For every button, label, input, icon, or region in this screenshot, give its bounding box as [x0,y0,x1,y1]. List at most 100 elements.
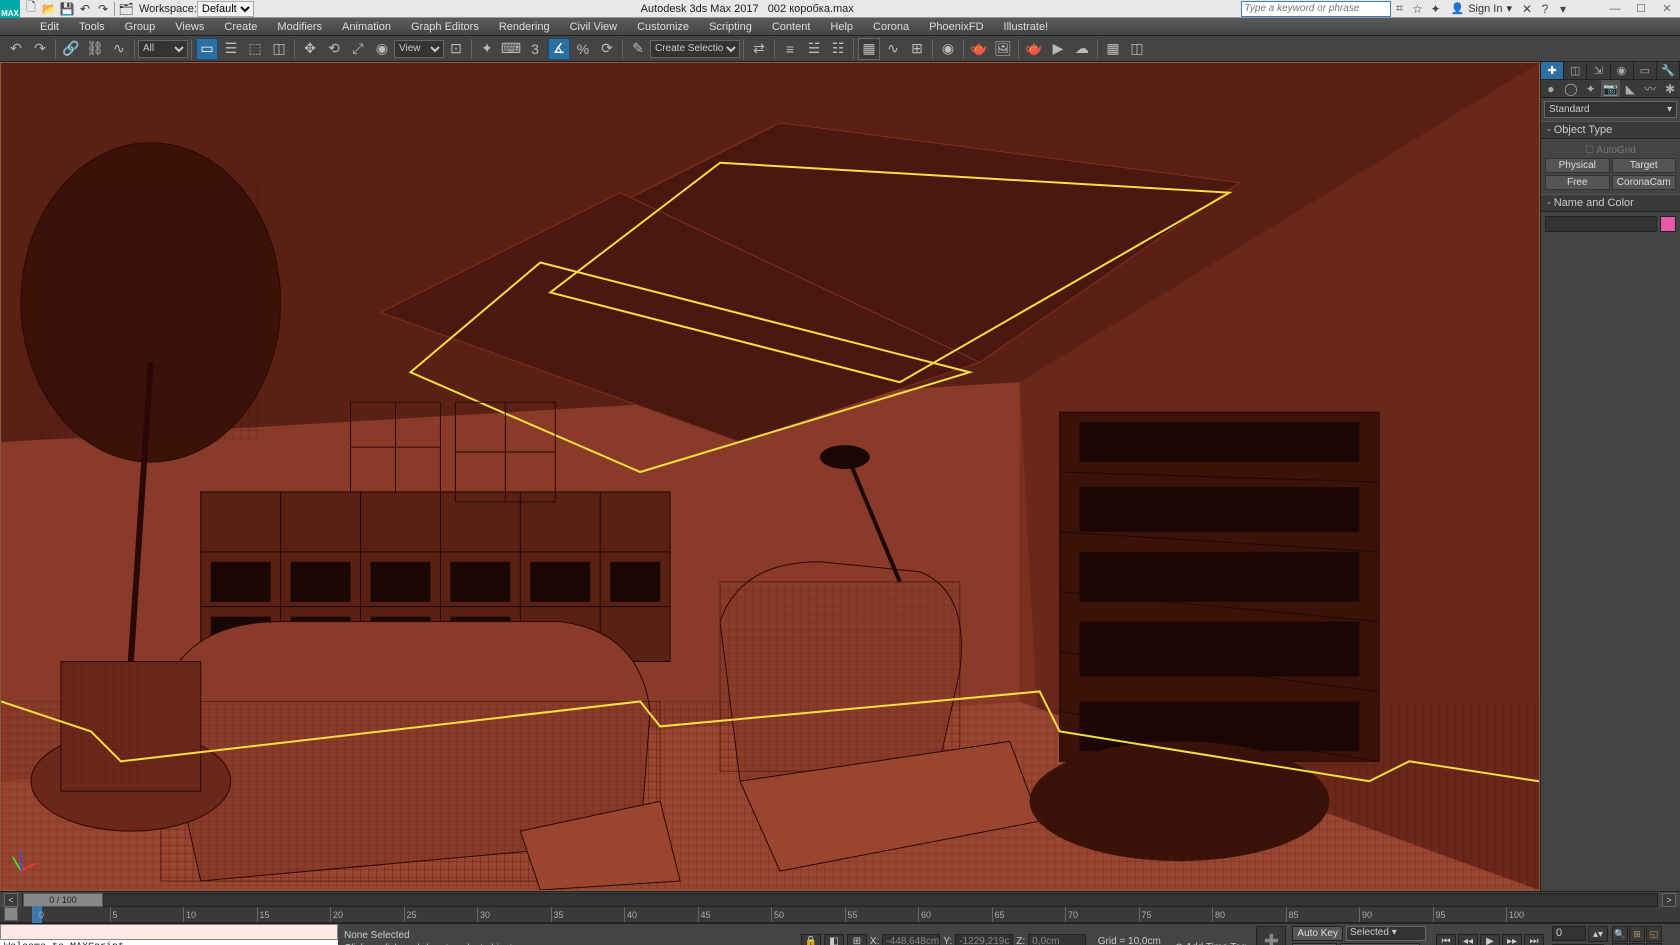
ruler-mode-icon[interactable] [4,907,18,921]
key-mode-dd[interactable]: Selected ▾ [1346,926,1426,941]
current-frame[interactable]: 0 [1552,926,1586,941]
align-icon[interactable]: ≡ [779,38,801,60]
qa-new-icon[interactable]: 🗋 [22,1,40,17]
frame-spinner-icon[interactable]: ▴▾ [1588,926,1608,942]
signin-button[interactable]: 👤 Sign In▾ [1451,2,1512,15]
pivot-icon[interactable]: ⊡ [445,38,467,60]
y-coord[interactable]: -1229,219c [955,934,1013,945]
placement-icon[interactable]: ◉ [371,38,393,60]
btn-coronacam[interactable]: CoronaCam [1612,175,1677,190]
zoom-icon[interactable]: 🔍 [1612,926,1628,942]
menu-content[interactable]: Content [762,19,821,35]
tab-utilities[interactable]: 🔧 [1657,62,1680,79]
viewport[interactable]: [+] [CoronaCamera001 ] [Standard ] [Clay… [0,62,1540,891]
sub-helpers-icon[interactable]: ◣ [1620,80,1640,97]
minimize-button[interactable]: — [1602,1,1628,17]
menu-modifiers[interactable]: Modifiers [267,19,332,35]
tab-modify[interactable]: ◫ [1564,62,1587,79]
qa-save-icon[interactable]: 💾 [58,1,76,17]
keyboard-shortcut-icon[interactable]: ⌨ [500,38,522,60]
star-icon[interactable]: ☆ [1410,1,1426,17]
z-coord[interactable]: 0,0cm [1028,934,1086,945]
selection-filter[interactable]: All [138,40,188,58]
menu-views[interactable]: Views [165,19,214,35]
corona-tool1-icon[interactable]: ▦ [1102,38,1124,60]
menu-grapheditors[interactable]: Graph Editors [401,19,489,35]
qa-open-icon[interactable]: 📂 [40,1,58,17]
btn-free[interactable]: Free [1545,175,1610,190]
ts-prev[interactable]: < [4,893,18,907]
qa-project-icon[interactable]: 🗂 [117,1,135,17]
curve-editor-icon[interactable]: ∿ [882,38,904,60]
set-key-big[interactable]: ✚ [1256,926,1286,945]
ref-coord[interactable]: View [394,40,444,58]
percent-snap-icon[interactable]: % [572,38,594,60]
undo-icon[interactable]: ↶ [5,38,27,60]
menu-rendering[interactable]: Rendering [489,19,560,35]
maxscript-input[interactable] [0,924,338,940]
menu-edit[interactable]: Edit [30,19,69,35]
isolate-icon[interactable]: ◧ [824,934,844,945]
tab-display[interactable]: ▭ [1634,62,1657,79]
color-swatch[interactable] [1660,216,1676,232]
bind-icon[interactable]: ∿ [108,38,130,60]
sub-shapes-icon[interactable]: ◯ [1561,80,1581,97]
layers-icon[interactable]: ☱ [803,38,825,60]
object-name-input[interactable] [1545,216,1657,232]
sub-lights-icon[interactable]: ✦ [1581,80,1601,97]
link-icon[interactable]: 🔗 [60,38,82,60]
btn-target[interactable]: Target [1612,158,1677,173]
time-slider[interactable]: < 0 / 100 > [0,891,1680,907]
scale-icon[interactable]: ⤢ [347,38,369,60]
infocenter-icon[interactable]: ⌗ [1392,1,1408,17]
menu-animation[interactable]: Animation [332,19,401,35]
named-selection[interactable]: Create Selection Se [650,40,740,58]
menu-customize[interactable]: Customize [627,19,699,35]
sub-cameras-icon[interactable]: 📷 [1601,80,1621,97]
select-icon[interactable]: ▭ [196,38,218,60]
snap-toggle-icon[interactable]: 3 [524,38,546,60]
autogrid-checkbox[interactable]: ☐ AutoGrid [1545,143,1676,158]
render-iter-icon[interactable]: ▶ [1047,38,1069,60]
menu-civilview[interactable]: Civil View [560,19,627,35]
ts-next[interactable]: > [1662,893,1676,907]
exchange-icon[interactable]: ✕ [1519,1,1535,17]
schematic-icon[interactable]: ⊞ [906,38,928,60]
ribbon-icon[interactable]: ▦ [858,38,880,60]
menu-group[interactable]: Group [115,19,166,35]
unlink-icon[interactable]: ⛓ [84,38,106,60]
menu-phoenixfd[interactable]: PhoenixFD [919,19,993,35]
render-prod-icon[interactable]: 🫖 [1023,38,1045,60]
move-icon[interactable]: ✥ [299,38,321,60]
tab-hierarchy[interactable]: ⇲ [1587,62,1610,79]
menu-tools[interactable]: Tools [69,19,115,35]
add-time-tag[interactable]: ⊕ Add Time Tag [1175,942,1247,945]
qa-redo-icon[interactable]: ↷ [94,1,112,17]
tab-motion[interactable]: ◉ [1611,62,1634,79]
autokey-button[interactable]: Auto Key [1292,926,1343,941]
render-cloud-icon[interactable]: ☁ [1071,38,1093,60]
favorites-icon[interactable]: ✦ [1428,1,1444,17]
zoom-ext-icon[interactable]: ◱ [1646,926,1662,942]
menu-scripting[interactable]: Scripting [699,19,762,35]
goto-end-icon[interactable]: ⏭ [1524,934,1544,945]
render-frame-icon[interactable]: 🖼 [992,38,1014,60]
layer-explorer-icon[interactable]: ☷ [827,38,849,60]
maximize-button[interactable]: ☐ [1628,1,1654,17]
x-coord[interactable]: -448,648cm [882,934,940,945]
menu-help[interactable]: Help [820,19,863,35]
ts-thumb[interactable]: 0 / 100 [23,893,103,907]
angle-snap-icon[interactable]: ∡ [548,38,570,60]
qa-undo-icon[interactable]: ↶ [76,1,94,17]
rollout-object-type[interactable]: - Object Type [1541,121,1680,139]
rotate-icon[interactable]: ⟲ [323,38,345,60]
render-setup-icon[interactable]: 🫖 [968,38,990,60]
menu-create[interactable]: Create [214,19,267,35]
zoom-all-icon[interactable]: ⊞ [1629,926,1645,942]
ts-track[interactable]: 0 / 100 [22,893,1658,907]
goto-start-icon[interactable]: ⏮ [1436,934,1456,945]
time-ruler[interactable]: 0510152025303540455055606570758085909510… [0,907,1680,923]
rollout-name-color[interactable]: - Name and Color [1541,194,1680,212]
menu-corona[interactable]: Corona [863,19,919,35]
sub-geometry-icon[interactable]: ● [1541,80,1561,97]
